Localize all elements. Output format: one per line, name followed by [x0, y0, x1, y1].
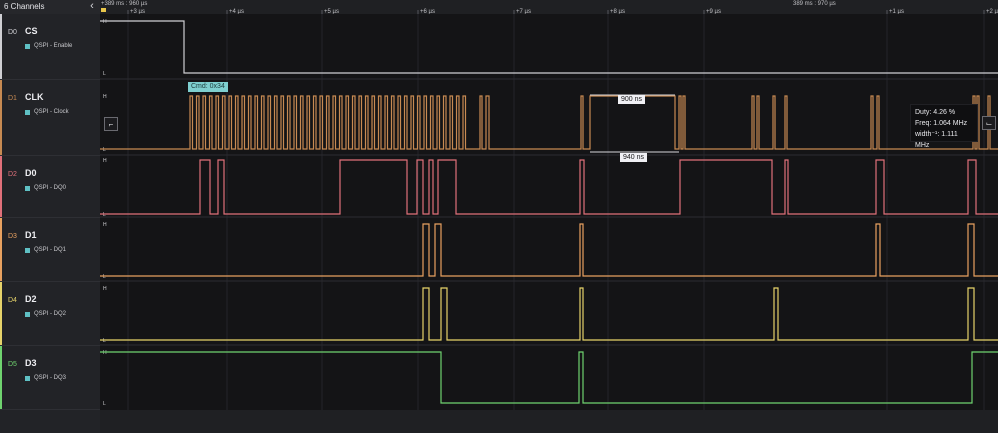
- analyzer-label: QSPI - DQ0: [25, 185, 66, 191]
- analyzer-name: QSPI - DQ3: [34, 375, 67, 381]
- channels-count: 6 Channels: [4, 2, 45, 11]
- waveform-plot[interactable]: HLHLHLHLHLHL: [100, 14, 998, 410]
- analyzer-color-icon: [25, 375, 30, 381]
- timeline-ruler[interactable]: +389 ms : 960 µs 389 ms : 970 µs +3 µs +4…: [100, 0, 998, 15]
- analyzer-color-icon: [25, 311, 30, 317]
- frequency-value: Freq: 1.064 MHz: [915, 120, 968, 127]
- command-annotation-badge[interactable]: Cmd: 0x34: [188, 82, 228, 92]
- width-value: width⁻¹: 1.111 MHz: [915, 131, 958, 149]
- low-level-label: L: [103, 71, 106, 77]
- waveforms: [100, 20, 998, 404]
- channel-row-cs[interactable]: D0 CS QSPI - Enable: [0, 14, 100, 80]
- channel-name[interactable]: D3: [25, 358, 37, 368]
- channel-name[interactable]: CLK: [25, 92, 44, 102]
- level-labels: HLHLHLHLHLHL: [103, 19, 107, 407]
- timeline-mid-marker-label: 389 ms : 970 µs: [793, 1, 836, 7]
- channel-separators: [100, 78, 998, 346]
- analyzer-color-icon: [25, 185, 30, 191]
- analyzer-color-icon: [25, 247, 30, 253]
- bottom-bar-left: [0, 410, 100, 433]
- low-level-label: L: [103, 401, 106, 407]
- channel-color-bar: [0, 80, 2, 155]
- channel-name[interactable]: CS: [25, 26, 38, 36]
- channel-color-bar: [0, 218, 2, 281]
- channel-number: D0: [8, 29, 17, 36]
- timeline-start-marker[interactable]: [101, 8, 106, 12]
- d0-waveform: [100, 159, 998, 215]
- channel-row-clk[interactable]: D1 CLK QSPI - Clock: [0, 80, 100, 156]
- high-level-label: H: [103, 94, 107, 100]
- high-level-label: H: [103, 158, 107, 164]
- d3-waveform: [100, 351, 998, 404]
- channel-name[interactable]: D2: [25, 294, 37, 304]
- low-level-label: L: [103, 147, 106, 153]
- low-level-label: L: [103, 274, 106, 280]
- channel-row-d2[interactable]: D4 D2 QSPI - DQ2: [0, 282, 100, 346]
- high-level-label: H: [103, 286, 107, 292]
- chevron-left-icon[interactable]: ‹: [86, 0, 98, 14]
- low-level-label: L: [103, 212, 106, 218]
- d2-waveform: [100, 287, 998, 341]
- analyzer-label: QSPI - DQ3: [25, 375, 66, 381]
- channel-name[interactable]: D0: [25, 168, 37, 178]
- channel-number: D2: [8, 171, 17, 178]
- analyzer-color-icon: [25, 109, 30, 115]
- clock-stats-tooltip: Duty: 4.26 % Freq: 1.064 MHz width⁻¹: 1.…: [910, 104, 978, 149]
- channel-color-bar: [0, 282, 2, 345]
- cs-waveform: [100, 20, 998, 74]
- measure-label-bottom: 940 ns: [620, 153, 648, 162]
- analyzer-name: QSPI - DQ2: [34, 311, 67, 317]
- channel-number: D4: [8, 297, 17, 304]
- channel-color-bar: [0, 346, 2, 409]
- analyzer-label: QSPI - DQ2: [25, 311, 66, 317]
- timeline-left-marker-label: +389 ms : 960 µs: [101, 1, 147, 7]
- channel-color-bar: [0, 156, 2, 217]
- rising-edge-icon[interactable]: ⌙: [982, 116, 996, 130]
- channel-number: D5: [8, 361, 17, 368]
- analyzer-color-icon: [25, 43, 30, 49]
- analyzer-label: QSPI - DQ1: [25, 247, 66, 253]
- analyzer-label: QSPI - Clock: [25, 109, 69, 115]
- measure-label-top: 900 ns: [618, 95, 646, 104]
- duty-value: Duty: 4.26 %: [915, 109, 956, 116]
- channel-sidebar: 6 Channels ‹ D0 CS QSPI - Enable D1 CLK …: [0, 0, 100, 433]
- channel-number: D3: [8, 233, 17, 240]
- channel-color-bar: [0, 14, 2, 79]
- d1-waveform: [100, 223, 998, 277]
- high-level-label: H: [103, 350, 107, 356]
- analyzer-name: QSPI - Enable: [34, 43, 73, 49]
- bottom-bar: [0, 410, 998, 433]
- channel-name[interactable]: D1: [25, 230, 37, 240]
- channel-number: D1: [8, 95, 17, 102]
- high-level-label: H: [103, 19, 107, 25]
- high-level-label: H: [103, 222, 107, 228]
- falling-edge-icon[interactable]: ⌐: [104, 117, 118, 131]
- channel-row-d1[interactable]: D3 D1 QSPI - DQ1: [0, 218, 100, 282]
- analyzer-name: QSPI - DQ0: [34, 185, 67, 191]
- channel-row-d0[interactable]: D2 D0 QSPI - DQ0: [0, 156, 100, 218]
- analyzer-label: QSPI - Enable: [25, 43, 72, 49]
- sidebar-header: 6 Channels ‹: [0, 0, 100, 14]
- channel-row-d3[interactable]: D5 D3 QSPI - DQ3: [0, 346, 100, 410]
- analyzer-name: QSPI - Clock: [34, 109, 69, 115]
- clk-waveform: [100, 95, 998, 150]
- analyzer-name: QSPI - DQ1: [34, 247, 67, 253]
- low-level-label: L: [103, 338, 106, 344]
